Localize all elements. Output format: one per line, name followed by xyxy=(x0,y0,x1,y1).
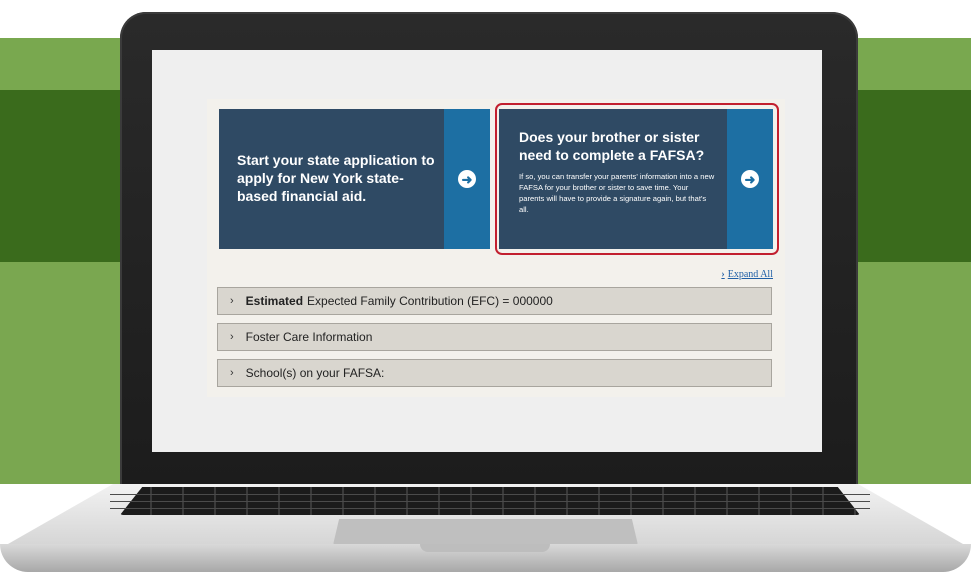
chevron-right-icon: › xyxy=(721,269,725,280)
state-application-text: Start your state application to apply fo… xyxy=(237,152,435,204)
fafsa-page: Start your state application to apply fo… xyxy=(207,99,785,397)
accordion-efc-bold: Estimated xyxy=(245,294,304,308)
accordion-schools[interactable]: › School(s) on your FAFSA: xyxy=(217,359,772,387)
highlight-box xyxy=(495,103,779,255)
accordion-efc[interactable]: › Estimated Expected Family Contribution… xyxy=(217,287,772,315)
state-application-card[interactable]: Start your state application to apply fo… xyxy=(219,109,444,249)
accordion-foster-care-label: Foster Care Information xyxy=(245,330,373,344)
expand-all-label: Expand All xyxy=(727,269,773,280)
chevron-right-icon: › xyxy=(230,295,234,307)
keyboard-row-divider xyxy=(110,494,870,495)
state-application-arrow-button[interactable]: ➜ xyxy=(444,109,490,249)
accordion-efc-label: Expected Family Contribution (EFC) = 000… xyxy=(307,294,553,308)
arrow-right-circle-icon: ➜ xyxy=(458,170,476,188)
chevron-right-icon: › xyxy=(230,331,234,343)
accordion-schools-label: School(s) on your FAFSA: xyxy=(245,366,385,380)
laptop-trackpad xyxy=(333,519,638,545)
laptop-notch xyxy=(420,544,550,552)
keyboard-row-divider xyxy=(110,501,870,502)
expand-all-link[interactable]: › Expand All xyxy=(721,269,773,280)
keyboard-row-divider xyxy=(110,508,870,509)
chevron-right-icon: › xyxy=(230,367,234,379)
accordion-foster-care[interactable]: › Foster Care Information xyxy=(217,323,772,351)
